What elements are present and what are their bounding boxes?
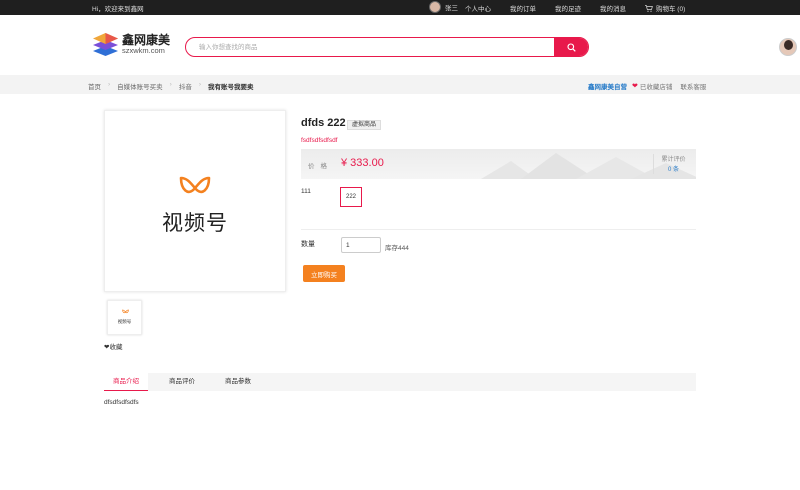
quantity-input[interactable] — [341, 237, 381, 253]
shop-info: 鑫网康美自营 ❤ 已收藏店铺 联系客服 — [588, 81, 706, 91]
product-image-text: 视频号 — [162, 211, 228, 235]
link-my-orders[interactable]: 我的订单 — [510, 3, 536, 13]
breadcrumb-subcategory[interactable]: 抖音 — [179, 81, 192, 91]
quantity-label: 数量 — [301, 241, 315, 248]
channels-logo-icon — [179, 176, 211, 194]
cart-label: 购物车 (0) — [656, 6, 686, 13]
product-main-image[interactable]: 视频号 — [104, 110, 286, 292]
top-links: 个人中心 我的订单 我的足迹 我的消息 — [465, 3, 645, 13]
thumbnail-text: 视频号 — [117, 319, 132, 324]
contact-service-link[interactable]: 联系客服 — [680, 81, 706, 91]
tab-description[interactable]: 商品介绍 — [104, 373, 148, 391]
welcome-text: Hi，欢迎来到鑫网 — [92, 6, 144, 13]
username[interactable]: 张三 — [445, 2, 458, 12]
site-logo[interactable]: 鑫网康美 szxwkm.com — [92, 32, 170, 56]
product-subtitle: fsdfsdfsdfsdf — [301, 137, 338, 144]
shop-name[interactable]: 鑫网康美自营 — [588, 81, 627, 91]
link-personal-center[interactable]: 个人中心 — [465, 3, 491, 13]
link-my-footprints[interactable]: 我的足迹 — [555, 3, 581, 13]
user-menu[interactable]: 张三 — [429, 1, 458, 13]
breadcrumb-separator: › — [198, 81, 202, 88]
product-description: dfsdfsdfsdfs — [104, 399, 139, 406]
product-thumbnail[interactable]: 视频号 — [107, 300, 142, 335]
search-bar — [185, 37, 589, 57]
price-label: 价格 — [308, 163, 333, 170]
divider — [301, 229, 696, 230]
heart-icon: ❤ — [632, 83, 638, 90]
favorite-shop-label: 已收藏店铺 — [639, 84, 673, 91]
logo-icon — [93, 33, 118, 56]
breadcrumb-bar: 首页 › 自媒体账号买卖 › 抖音 › 我有账号我要卖 鑫网康美自营 ❤ 已收藏店… — [0, 75, 800, 94]
user-avatar-icon — [429, 1, 441, 13]
breadcrumb-category[interactable]: 自媒体账号买卖 — [117, 81, 163, 91]
search-icon — [566, 42, 576, 52]
detail-tabs: 商品介绍 商品评价 商品参数 — [104, 373, 696, 391]
breadcrumb-separator: › — [169, 81, 172, 88]
cart-link[interactable]: 购物车 (0) — [645, 3, 685, 13]
option-label: 111 — [301, 188, 311, 195]
buy-now-button[interactable]: 立即购买 — [303, 265, 345, 282]
logo-domain: szxwkm.com — [122, 45, 165, 55]
option-button-selected[interactable]: 222 — [340, 187, 362, 207]
price-box: 价格 ¥ 333.00 累计评价 0 条 — [301, 149, 696, 179]
product-title: dfds 222 — [301, 117, 346, 129]
breadcrumb-separator: › — [108, 81, 111, 88]
cart-icon — [645, 4, 653, 12]
search-input[interactable] — [186, 38, 556, 56]
stock-text: 库存444 — [385, 245, 409, 252]
breadcrumb: 首页 › 自媒体账号买卖 › 抖音 › 我有账号我要卖 — [88, 81, 254, 91]
tab-reviews[interactable]: 商品评价 — [160, 373, 204, 391]
top-bar: Hi，欢迎来到鑫网 张三 个人中心 我的订单 我的足迹 我的消息 购物车 (0) — [0, 0, 800, 15]
collect-button[interactable]: ❤收藏 — [104, 341, 122, 351]
tab-parameters[interactable]: 商品参数 — [216, 373, 260, 391]
logo-name: 鑫网康美 — [122, 32, 171, 47]
price-value: ¥ 333.00 — [341, 157, 384, 169]
virtual-product-tag: 虚拟商品 — [347, 120, 382, 130]
review-summary[interactable]: 累计评价 0 条 — [653, 154, 693, 174]
favorite-shop-button[interactable]: ❤ 已收藏店铺 — [632, 81, 672, 91]
channels-logo-icon — [122, 309, 129, 314]
link-my-messages[interactable]: 我的消息 — [600, 3, 626, 13]
breadcrumb-current: 我有账号我要卖 — [208, 84, 254, 91]
review-label: 累计评价 — [661, 157, 686, 163]
header: 鑫网康美 szxwkm.com — [0, 15, 800, 75]
search-button[interactable] — [554, 38, 588, 56]
user-avatar-icon[interactable] — [779, 38, 797, 56]
breadcrumb-home[interactable]: 首页 — [88, 81, 101, 91]
review-count: 0 条 — [667, 167, 679, 173]
